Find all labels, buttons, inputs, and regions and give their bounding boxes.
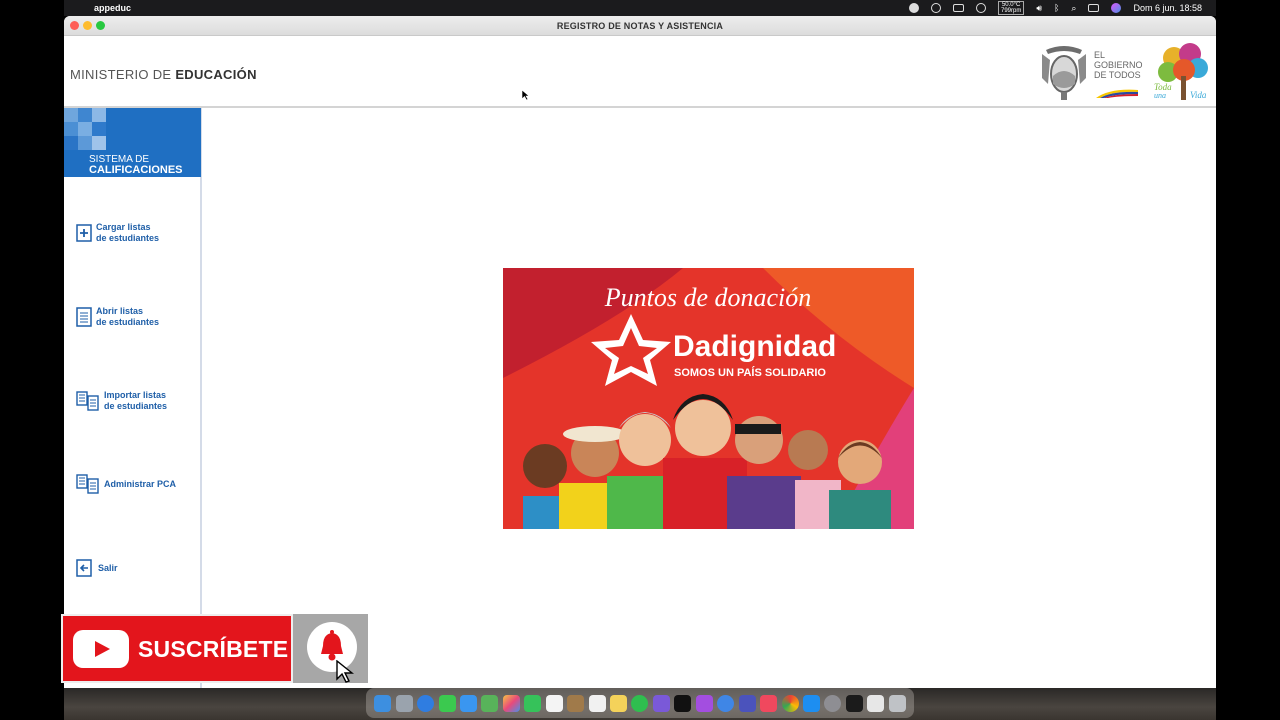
imovie-icon[interactable]: [652, 694, 670, 712]
youtube-subscribe-overlay[interactable]: SUSCRÍBETE: [61, 614, 368, 683]
gob-line-1: EL: [1094, 50, 1106, 60]
calendar-icon[interactable]: [545, 694, 563, 712]
mail-icon[interactable]: [459, 694, 477, 712]
banner-brand: Dadignidad: [673, 330, 836, 363]
display-icon[interactable]: [952, 4, 964, 12]
preview-icon[interactable]: [867, 694, 885, 712]
nav-cargar-line-2: de estudiantes: [96, 233, 160, 243]
volume-icon[interactable]: 🔊︎: [1036, 3, 1042, 14]
music-icon[interactable]: [760, 694, 778, 712]
import-list-icon: [76, 391, 99, 411]
nav-salir[interactable]: Salir: [76, 558, 118, 578]
gobierno-logo-text: EL GOBIERNO DE TODOS: [1094, 50, 1143, 80]
sidebar: SISTEMA DE CALIFICACIONES Cargar listas …: [64, 108, 202, 688]
nav-abrir-line-2: de estudiantes: [96, 317, 160, 327]
facetime-icon[interactable]: [524, 694, 542, 712]
manage-pca-icon: [76, 474, 99, 494]
subscribe-button[interactable]: SUSCRÍBETE: [61, 614, 293, 683]
nav-cargar-label: Cargar listas de estudiantes: [96, 222, 159, 244]
finder-icon[interactable]: [374, 694, 392, 712]
macos-dock: [366, 688, 914, 718]
bluetooth-icon[interactable]: ᛒ: [1054, 3, 1059, 13]
launchpad-icon[interactable]: [395, 694, 413, 712]
bell-icon: [321, 630, 343, 661]
nav-abrir-label: Abrir listas de estudiantes: [96, 306, 159, 328]
nav-cargar-line-1: Cargar listas: [96, 222, 151, 232]
gob-line-3: DE TODOS: [1094, 70, 1141, 80]
una-text: una: [1154, 91, 1166, 100]
mouse-pointer-icon: [336, 660, 354, 683]
nav-salir-label: Salir: [98, 562, 118, 573]
banner-tagline: SOMOS UN PAÍS SOLIDARIO: [674, 366, 826, 379]
fan-reading: 799rpm: [1000, 8, 1022, 14]
chrome-icon[interactable]: [717, 694, 735, 712]
app-menu-name[interactable]: appeduc: [94, 3, 131, 13]
nav-importar-listas[interactable]: Importar listas de estudiantes: [76, 390, 167, 412]
record-icon[interactable]: [908, 3, 919, 13]
menubar-clock[interactable]: Dom 6 jun. 18:58: [1133, 3, 1202, 13]
gob-line-2: GOBIERNO: [1094, 60, 1143, 70]
app-store-icon[interactable]: [802, 694, 820, 712]
notification-bell-button[interactable]: [293, 614, 368, 683]
system-monitor[interactable]: 50.0°C 799rpm: [997, 1, 1025, 15]
control-center-icon[interactable]: [1088, 4, 1100, 12]
gobierno-flag-swoosh-icon: [1096, 89, 1138, 98]
creative-cloud-icon[interactable]: [930, 3, 941, 13]
messages-icon[interactable]: [438, 694, 456, 712]
youtube-play-icon: [73, 630, 129, 668]
photos-icon[interactable]: [502, 694, 520, 712]
toda-una-vida-tree-logo-icon: Toda una Vida: [1154, 43, 1208, 100]
sistema-calificaciones-brand: SISTEMA DE CALIFICACIONES: [64, 108, 201, 177]
nav-cargar-listas[interactable]: Cargar listas de estudiantes: [76, 222, 159, 244]
nav-importar-line-1: Importar listas: [104, 390, 167, 400]
whatsapp-icon[interactable]: [631, 694, 649, 712]
subscribe-label: SUSCRÍBETE: [138, 636, 289, 662]
brand-line-2: CALIFICACIONES: [89, 164, 183, 176]
trash-icon[interactable]: [888, 694, 906, 712]
banner-heading: Puntos de donación: [604, 283, 812, 312]
main-content-area: Puntos de donación Dadignidad SOMOS UN P…: [202, 108, 1216, 688]
google-chrome-icon[interactable]: [781, 694, 799, 712]
ministerio-light: MINISTERIO DE: [70, 67, 172, 82]
spotlight-search-icon[interactable]: ⌕: [1071, 3, 1076, 14]
maps-icon[interactable]: [481, 694, 499, 712]
window-titlebar[interactable]: REGISTRO DE NOTAS Y ASISTENCIA: [64, 16, 1216, 36]
nav-abrir-listas[interactable]: Abrir listas de estudiantes: [76, 306, 159, 328]
cursor-arrow-icon: [521, 89, 530, 101]
system-preferences-icon[interactable]: [824, 694, 842, 712]
nav-importar-label: Importar listas de estudiantes: [104, 390, 167, 412]
siri-icon[interactable]: [1111, 3, 1122, 13]
ministerio-bold: EDUCACIÓN: [175, 67, 257, 82]
safari-icon[interactable]: [417, 694, 435, 712]
add-list-icon: [76, 224, 92, 242]
ecuador-coat-of-arms-icon: [1042, 46, 1086, 100]
nav-abrir-line-1: Abrir listas: [96, 306, 144, 316]
apple-tv-icon[interactable]: [674, 694, 692, 712]
nav-administrar-label: Administrar PCA: [104, 478, 177, 489]
shazam-icon[interactable]: [975, 3, 986, 13]
brand-title: SISTEMA DE CALIFICACIONES: [89, 155, 183, 176]
podcasts-icon[interactable]: [695, 694, 713, 712]
nav-administrar-pca[interactable]: Administrar PCA: [76, 474, 176, 494]
macos-menu-bar: appeduc 50.0°C 799rpm 🔊︎ ᛒ ⌕ Dom 6 jun. …: [64, 0, 1216, 16]
ministerio-logo-text: MINISTERIO DE EDUCACIÓN: [70, 67, 257, 82]
exit-icon: [76, 559, 92, 577]
notes-icon[interactable]: [610, 694, 628, 712]
window-title: REGISTRO DE NOTAS Y ASISTENCIA: [556, 21, 724, 31]
terminal-icon[interactable]: [845, 694, 863, 712]
notes-app-icon[interactable]: [567, 694, 585, 712]
nav-importar-line-2: de estudiantes: [104, 401, 168, 411]
app-header: MINISTERIO DE EDUCACIÓN EL GOBIERNO DE T…: [64, 36, 1216, 108]
menubar-status-items: 50.0°C 799rpm 🔊︎ ᛒ ⌕ Dom 6 jun. 18:58: [908, 1, 1202, 15]
app-window: REGISTRO DE NOTAS Y ASISTENCIA MINISTERI…: [64, 16, 1216, 688]
vida-text: Vida: [1190, 90, 1207, 100]
open-list-icon: [76, 307, 92, 327]
reminders-icon[interactable]: [588, 694, 606, 712]
teams-icon[interactable]: [738, 694, 756, 712]
dadignidad-banner-image: Puntos de donación Dadignidad SOMOS UN P…: [503, 268, 914, 529]
